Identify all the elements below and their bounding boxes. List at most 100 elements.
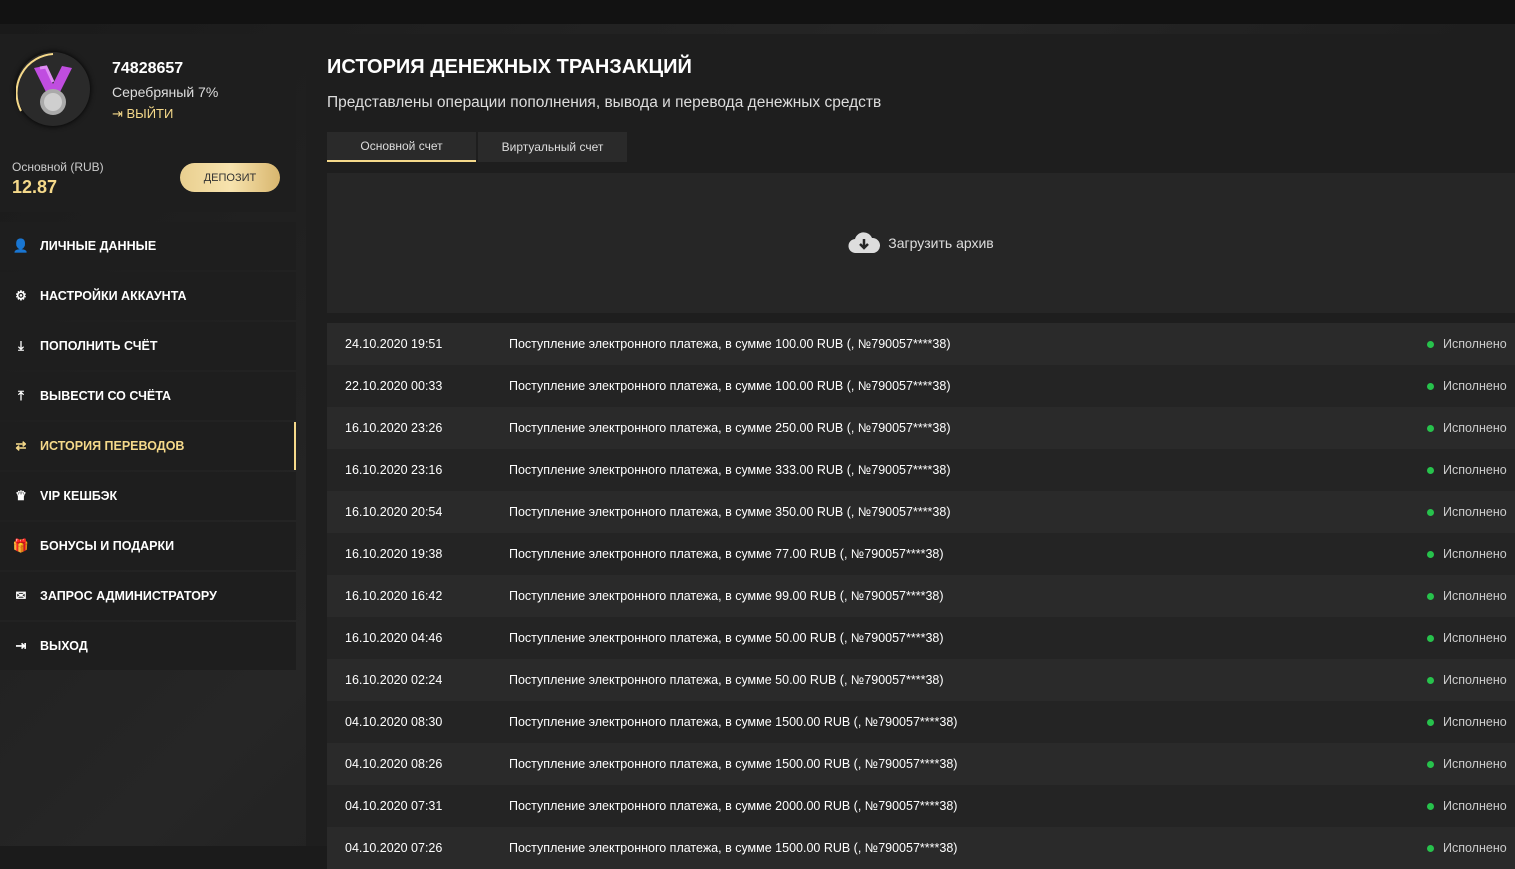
sidebar-item-label: ИСТОРИЯ ПЕРЕВОДОВ [40, 439, 185, 453]
balance-value: 12.87 [12, 177, 58, 197]
rank-label: Серебряный 7% [112, 84, 219, 100]
rank-medal-icon [16, 52, 90, 126]
gears-icon: ⚙ [15, 288, 27, 303]
transaction-description: Поступление электронного платежа, в сумм… [509, 757, 958, 771]
transaction-description: Поступление электронного платежа, в сумм… [509, 337, 951, 351]
transaction-description: Поступление электронного платежа, в сумм… [509, 547, 944, 561]
sidebar-item-5[interactable]: ♛ VIP КЕШБЭК [0, 472, 296, 520]
table-row: 04.10.2020 08:26 Поступление электронного… [327, 743, 1515, 785]
status-badge: Исполнено [1427, 673, 1507, 687]
table-row: 22.10.2020 00:33 Поступление электронного… [327, 365, 1515, 407]
transaction-date: 16.10.2020 23:16 [345, 463, 443, 477]
download-archive-button[interactable]: Загрузить архив [327, 173, 1515, 313]
status-badge: Исполнено [1427, 505, 1507, 519]
deposit-button[interactable]: ДЕПОЗИТ [180, 163, 280, 192]
sidebar-item-label: ПОПОЛНИТЬ СЧЁТ [40, 339, 158, 353]
status-badge: Исполнено [1427, 463, 1507, 477]
sidebar-item-2[interactable]: ⤓ ПОПОЛНИТЬ СЧЁТ [0, 322, 296, 370]
page-subtitle: Представлены операции пополнения, вывода… [327, 94, 882, 111]
status-badge: Исполнено [1427, 715, 1507, 729]
table-row: 16.10.2020 20:54 Поступление электронного… [327, 491, 1515, 533]
transaction-date: 16.10.2020 02:24 [345, 673, 443, 687]
table-row: 04.10.2020 07:31 Поступление электронного… [327, 785, 1515, 827]
tab-main-account[interactable]: Основной счет [327, 132, 476, 162]
status-badge: Исполнено [1427, 421, 1507, 435]
sidebar-item-6[interactable]: 🎁 БОНУСЫ И ПОДАРКИ [0, 522, 296, 570]
transaction-date: 16.10.2020 16:42 [345, 589, 443, 603]
tab-virtual-account[interactable]: Виртуальный счет [478, 132, 627, 162]
status-badge: Исполнено [1427, 547, 1507, 561]
sidebar: 74828657 Серебряный 7% ⇥ ВЫЙТИ Основной … [0, 34, 296, 672]
status-badge: Исполнено [1427, 841, 1507, 855]
sidebar-item-label: ЛИЧНЫЕ ДАННЫЕ [40, 239, 157, 253]
table-row: 16.10.2020 16:42 Поступление электронного… [327, 575, 1515, 617]
table-row: 16.10.2020 04:46 Поступление электронного… [327, 617, 1515, 659]
table-row: 04.10.2020 07:26 Поступление электронного… [327, 827, 1515, 869]
status-badge: Исполнено [1427, 379, 1507, 393]
user-plus-icon: 👤 [12, 238, 30, 253]
transaction-description: Поступление электронного платежа, в сумм… [509, 421, 951, 435]
download-icon: ⤓ [18, 338, 24, 353]
sidebar-item-label: ЗАПРОС АДМИНИСТРАТОРУ [40, 589, 217, 603]
transaction-date: 16.10.2020 04:46 [345, 631, 443, 645]
transaction-date: 24.10.2020 19:51 [345, 337, 443, 351]
status-badge: Исполнено [1427, 631, 1507, 645]
sidebar-item-7[interactable]: ✉ ЗАПРОС АДМИНИСТРАТОРУ [0, 572, 296, 620]
transaction-date: 04.10.2020 07:26 [345, 841, 443, 855]
profile-card: 74828657 Серебряный 7% ⇥ ВЫЙТИ Основной … [0, 34, 296, 212]
status-badge: Исполнено [1427, 337, 1507, 351]
sidebar-item-label: НАСТРОЙКИ АККАУНТА [40, 289, 187, 303]
user-id: 74828657 [112, 60, 184, 77]
transaction-date: 16.10.2020 23:26 [345, 421, 443, 435]
page-title: ИСТОРИЯ ДЕНЕЖНЫХ ТРАНЗАКЦИЙ [327, 56, 692, 78]
transaction-description: Поступление электронного платежа, в сумм… [509, 799, 958, 813]
crown-icon: ♛ [15, 488, 27, 503]
transaction-description: Поступление электронного платежа, в сумм… [509, 841, 958, 855]
logout-link[interactable]: ⇥ ВЫЙТИ [112, 106, 173, 122]
transaction-date: 22.10.2020 00:33 [345, 379, 443, 393]
sidebar-menu: 👤 ЛИЧНЫЕ ДАННЫЕ ⚙ НАСТРОЙКИ АККАУНТА ⤓ ПОПОЛН… [0, 222, 296, 670]
logout-label: ВЫЙТИ [126, 106, 174, 121]
sidebar-item-label: ВЫВЕСТИ СО СЧЁТА [40, 389, 172, 403]
gift-icon: 🎁 [12, 538, 30, 553]
sign-out-icon: ⇥ [15, 638, 27, 653]
envelope-icon: ✉ [15, 588, 27, 603]
sidebar-item-4[interactable]: ⇄ ИСТОРИЯ ПЕРЕВОДОВ [0, 422, 296, 470]
sign-out-icon: ⇥ [112, 106, 127, 121]
transaction-date: 04.10.2020 08:26 [345, 757, 443, 771]
sidebar-item-label: БОНУСЫ И ПОДАРКИ [40, 539, 175, 553]
balance-label: Основной (RUB) [12, 160, 104, 174]
sidebar-item-1[interactable]: ⚙ НАСТРОЙКИ АККАУНТА [0, 272, 296, 320]
transaction-date: 16.10.2020 19:38 [345, 547, 443, 561]
sidebar-item-label: ВЫХОД [40, 639, 88, 653]
transaction-date: 04.10.2020 07:31 [345, 799, 443, 813]
status-badge: Исполнено [1427, 757, 1507, 771]
main-panel: ИСТОРИЯ ДЕНЕЖНЫХ ТРАНЗАКЦИЙ Представлены… [306, 34, 1515, 869]
transaction-description: Поступление электронного платежа, в сумм… [509, 631, 944, 645]
status-badge: Исполнено [1427, 589, 1507, 603]
sidebar-item-3[interactable]: ⤒ ВЫВЕСТИ СО СЧЁТА [0, 372, 296, 420]
table-row: 16.10.2020 23:16 Поступление электронного… [327, 449, 1515, 491]
transaction-description: Поступление электронного платежа, в сумм… [509, 379, 951, 393]
download-archive-label: Загрузить архив [888, 235, 994, 251]
sidebar-item-8[interactable]: ⇥ ВЫХОД [0, 622, 296, 670]
upload-icon: ⤒ [18, 388, 24, 403]
exchange-icon: ⇄ [15, 438, 27, 453]
table-row: 16.10.2020 19:38 Поступление электронного… [327, 533, 1515, 575]
table-row: 16.10.2020 23:26 Поступление электронного… [327, 407, 1515, 449]
top-bar [0, 0, 1515, 24]
cloud-download-icon [848, 232, 881, 254]
sidebar-item-label: VIP КЕШБЭК [40, 489, 118, 503]
transaction-description: Поступление электронного платежа, в сумм… [509, 463, 951, 477]
account-tabs: Основной счет Виртуальный счет [327, 132, 627, 162]
transaction-date: 16.10.2020 20:54 [345, 505, 443, 519]
transaction-description: Поступление электронного платежа, в сумм… [509, 505, 951, 519]
sidebar-item-0[interactable]: 👤 ЛИЧНЫЕ ДАННЫЕ [0, 222, 296, 270]
table-row: 24.10.2020 19:51 Поступление электронного… [327, 323, 1515, 365]
table-row: 16.10.2020 02:24 Поступление электронного… [327, 659, 1515, 701]
transaction-description: Поступление электронного платежа, в сумм… [509, 589, 944, 603]
transaction-date: 04.10.2020 08:30 [345, 715, 443, 729]
table-row: 04.10.2020 08:30 Поступление электронного… [327, 701, 1515, 743]
transaction-description: Поступление электронного платежа, в сумм… [509, 715, 958, 729]
status-badge: Исполнено [1427, 799, 1507, 813]
